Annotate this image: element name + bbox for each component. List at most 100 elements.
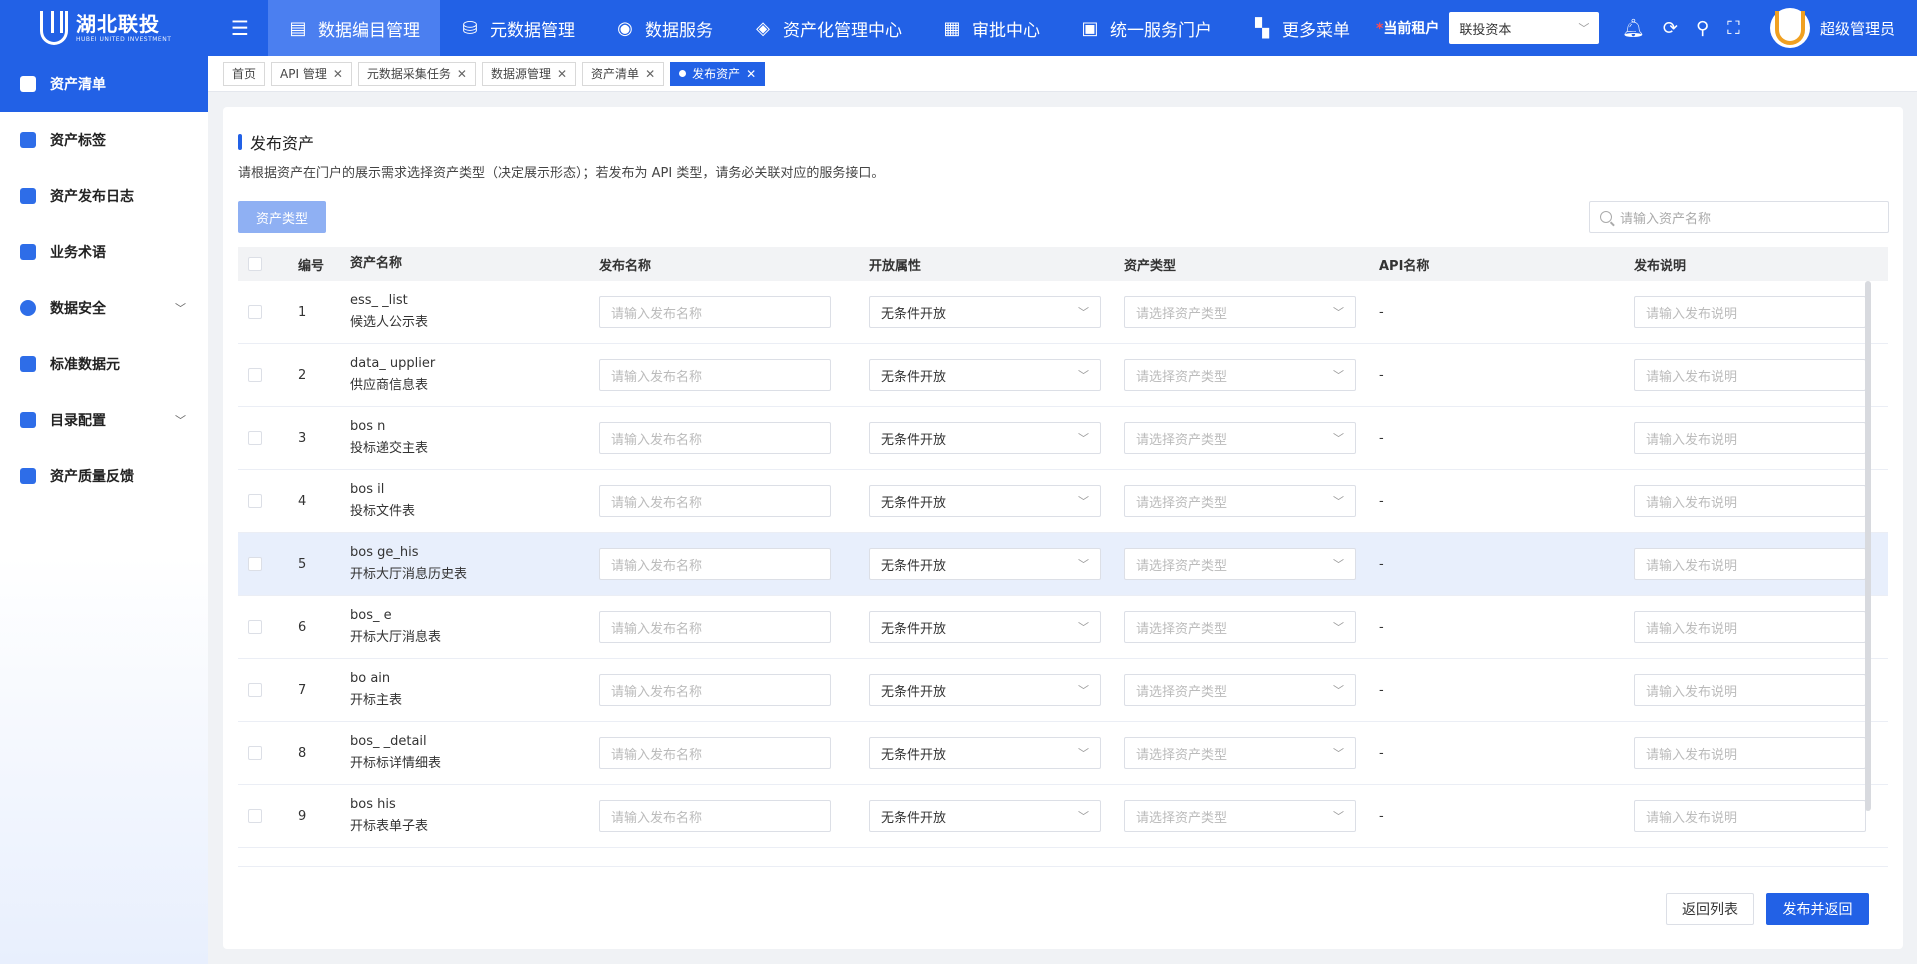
sidebar-item-glossary[interactable]: 业务术语	[0, 224, 208, 280]
row-checkbox[interactable]	[248, 620, 262, 634]
close-icon[interactable]: ✕	[457, 67, 467, 81]
tab-home[interactable]: 首页	[223, 61, 266, 86]
open-attribute-select[interactable]: 无条件开放 ﹀	[869, 548, 1101, 580]
row-checkbox[interactable]	[248, 368, 262, 382]
publish-name-input[interactable]: 请输入发布名称	[599, 674, 831, 706]
asset-type-select[interactable]: 请选择资产类型 ﹀	[1124, 296, 1356, 328]
asset-type-select[interactable]: 请选择资产类型 ﹀	[1124, 422, 1356, 454]
placeholder: 请输入发布名称	[611, 684, 703, 700]
sidebar-item-catalog-config[interactable]: 目录配置 ﹀	[0, 392, 208, 448]
open-attribute-select[interactable]: 无条件开放 ﹀	[869, 296, 1101, 328]
asset-type-select[interactable]: 请选择资产类型 ﹀	[1124, 548, 1356, 580]
table-row[interactable]: 6 bos_ e 开标大厅消息表 请输入发布名称 无条件开放 ﹀ 请选择资产类型 ﹀…	[238, 596, 1888, 659]
refresh-icon[interactable]: ⟳	[1663, 18, 1678, 39]
open-attribute-select[interactable]: 无条件开放 ﹀	[869, 737, 1101, 769]
tab-metadata-task[interactable]: 元数据采集任务 ✕	[357, 61, 476, 86]
sidebar-item-quality-feedback[interactable]: 资产质量反馈	[0, 448, 208, 504]
avatar[interactable]	[1770, 8, 1810, 48]
asset-type-select[interactable]: 请选择资产类型 ﹀	[1124, 674, 1356, 706]
publish-name-input[interactable]: 请输入发布名称	[599, 485, 831, 517]
user-menu[interactable]: 超级管理员	[1770, 0, 1895, 56]
publish-desc-input[interactable]: 请输入发布说明	[1634, 485, 1866, 517]
table-row[interactable]: 5 bos ge_his 开标大厅消息历史表 请输入发布名称 无条件开放 ﹀ 请选…	[238, 533, 1888, 596]
open-attribute-select[interactable]: 无条件开放 ﹀	[869, 485, 1101, 517]
search-icon[interactable]: ⚲	[1696, 18, 1709, 39]
close-icon[interactable]: ✕	[557, 67, 567, 81]
asset-type-button[interactable]: 资产类型	[238, 201, 326, 233]
chevron-down-icon: ﹀	[1333, 621, 1344, 634]
publish-name-input[interactable]: 请输入发布名称	[599, 611, 831, 643]
nav-more[interactable]: ▚ 更多菜单	[1232, 0, 1370, 56]
table-row[interactable]: 3 bos n 投标递交主表 请输入发布名称 无条件开放 ﹀ 请选择资产类型 ﹀ -…	[238, 407, 1888, 470]
row-checkbox[interactable]	[248, 305, 262, 319]
nav-asset-center[interactable]: ◈ 资产化管理中心	[733, 0, 922, 56]
table-row[interactable]: 7 bo ain 开标主表 请输入发布名称 无条件开放 ﹀ 请选择资产类型 ﹀ - …	[238, 659, 1888, 722]
open-attribute-select[interactable]: 无条件开放 ﹀	[869, 611, 1101, 643]
table-row[interactable]: 1 ess_ _list 候选人公示表 请输入发布名称 无条件开放 ﹀ 请选择资产…	[238, 281, 1888, 344]
placeholder: 请选择资产类型	[1136, 684, 1228, 700]
nav-catalog[interactable]: ▤ 数据编目管理	[268, 0, 440, 56]
row-checkbox[interactable]	[248, 746, 262, 760]
publish-desc-input[interactable]: 请输入发布说明	[1634, 611, 1866, 643]
fullscreen-icon[interactable]: ⛶	[1727, 18, 1740, 39]
nav-data-service[interactable]: ◉ 数据服务	[595, 0, 733, 56]
sidebar-item-standard-data[interactable]: 标准数据元	[0, 336, 208, 392]
close-icon[interactable]: ✕	[333, 67, 343, 81]
publish-name-input[interactable]: 请输入发布名称	[599, 800, 831, 832]
table-row[interactable]: 4 bos il 投标文件表 请输入发布名称 无条件开放 ﹀ 请选择资产类型 ﹀ -…	[238, 470, 1888, 533]
bell-icon[interactable]: 🔔︎	[1622, 18, 1645, 39]
tab-datasource[interactable]: 数据源管理 ✕	[481, 61, 577, 86]
publish-desc-input[interactable]: 请输入发布说明	[1634, 548, 1866, 580]
row-checkbox[interactable]	[248, 809, 262, 823]
publish-name-input[interactable]: 请输入发布名称	[599, 359, 831, 391]
tab-asset-list[interactable]: 资产清单 ✕	[582, 61, 665, 86]
publish-name-input[interactable]: 请输入发布名称	[599, 737, 831, 769]
table-row[interactable]: 2 data_ upplier 供应商信息表 请输入发布名称 无条件开放 ﹀ 请选…	[238, 344, 1888, 407]
table-row[interactable]: 8 bos_ _detail 开标标详情细表 请输入发布名称 无条件开放 ﹀ 请选…	[238, 722, 1888, 785]
publish-name-input[interactable]: 请输入发布名称	[599, 548, 831, 580]
publish-desc-input[interactable]: 请输入发布说明	[1634, 359, 1866, 391]
row-checkbox[interactable]	[248, 683, 262, 697]
publish-desc-input[interactable]: 请输入发布说明	[1634, 422, 1866, 454]
open-attribute-select[interactable]: 无条件开放 ﹀	[869, 422, 1101, 454]
row-checkbox[interactable]	[248, 494, 262, 508]
publish-name-input[interactable]: 请输入发布名称	[599, 422, 831, 454]
nav-metadata[interactable]: ⛁ 元数据管理	[440, 0, 595, 56]
asset-type-select[interactable]: 请选择资产类型 ﹀	[1124, 611, 1356, 643]
select-all-checkbox[interactable]	[248, 257, 262, 271]
publish-desc-input[interactable]: 请输入发布说明	[1634, 737, 1866, 769]
search-input[interactable]: 请输入资产名称	[1589, 201, 1889, 233]
publish-and-return-button[interactable]: 发布并返回	[1766, 893, 1869, 925]
sidebar-item-publish-log[interactable]: 资产发布日志	[0, 168, 208, 224]
placeholder: 请输入发布名称	[611, 495, 703, 511]
row-checkbox[interactable]	[248, 431, 262, 445]
publish-desc-input[interactable]: 请输入发布说明	[1634, 674, 1866, 706]
menu-toggle-icon[interactable]: ☰	[220, 16, 260, 40]
open-attribute-select[interactable]: 无条件开放 ﹀	[869, 674, 1101, 706]
close-icon[interactable]: ✕	[645, 67, 655, 81]
publish-desc-input[interactable]: 请输入发布说明	[1634, 296, 1866, 328]
sidebar-item-data-security[interactable]: 数据安全 ﹀	[0, 280, 208, 336]
open-attribute-select[interactable]: 无条件开放 ﹀	[869, 800, 1101, 832]
chevron-down-icon: ﹀	[1078, 747, 1089, 760]
logo[interactable]: 湖北联投 HUBEI UNITED INVESTMENT	[0, 0, 208, 56]
asset-type-select[interactable]: 请选择资产类型 ﹀	[1124, 485, 1356, 517]
asset-type-select[interactable]: 请选择资产类型 ﹀	[1124, 800, 1356, 832]
scrollbar[interactable]	[1865, 281, 1873, 816]
tenant-select[interactable]: 联投资本 ﹀	[1449, 12, 1600, 44]
tab-publish-asset[interactable]: 发布资产 ✕	[670, 61, 766, 86]
sidebar-item-asset-list[interactable]: 资产清单	[0, 56, 208, 112]
asset-type-select[interactable]: 请选择资产类型 ﹀	[1124, 359, 1356, 391]
tab-api[interactable]: API 管理 ✕	[271, 61, 352, 86]
nav-approval[interactable]: ▦ 审批中心	[922, 0, 1060, 56]
nav-portal[interactable]: ▣ 统一服务门户	[1060, 0, 1232, 56]
asset-type-select[interactable]: 请选择资产类型 ﹀	[1124, 737, 1356, 769]
table-row[interactable]: 9 bos his 开标表单子表 请输入发布名称 无条件开放 ﹀ 请选择资产类型 ﹀…	[238, 785, 1888, 848]
sidebar-item-asset-tags[interactable]: 资产标签	[0, 112, 208, 168]
publish-desc-input[interactable]: 请输入发布说明	[1634, 800, 1866, 832]
back-to-list-button[interactable]: 返回列表	[1666, 893, 1754, 925]
open-attribute-select[interactable]: 无条件开放 ﹀	[869, 359, 1101, 391]
publish-name-input[interactable]: 请输入发布名称	[599, 296, 831, 328]
row-checkbox[interactable]	[248, 557, 262, 571]
close-icon[interactable]: ✕	[746, 67, 756, 81]
